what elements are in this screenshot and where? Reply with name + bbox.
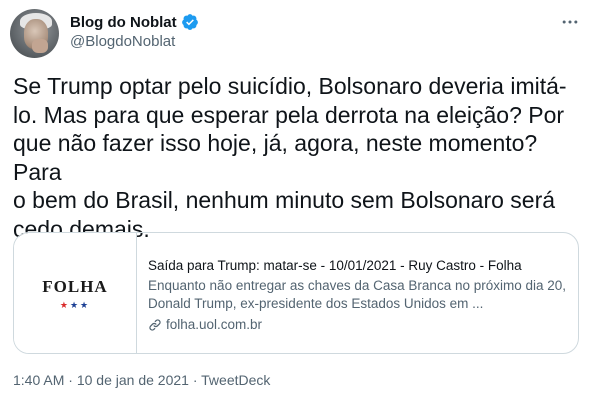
card-description: Enquanto não entregar as chaves da Casa … — [148, 278, 567, 311]
meta-separator-2: · — [188, 372, 202, 388]
verified-badge-icon — [181, 13, 199, 31]
card-thumbnail: FOLHA ★★★ — [14, 233, 137, 353]
tweet-source[interactable]: TweetDeck — [201, 372, 270, 388]
card-title: Saída para Trump: matar-se - 10/01/2021 … — [148, 258, 522, 273]
card-domain-text: folha.uol.com.br — [166, 317, 263, 332]
folha-logo: FOLHA — [42, 276, 108, 296]
card-body: Saída para Trump: matar-se - 10/01/2021 … — [148, 257, 568, 334]
tweet-text: Se Trump optar pelo suicídio, Bolsonaro … — [13, 73, 567, 242]
more-options-icon[interactable] — [558, 10, 582, 34]
name-row: Blog do Noblat — [70, 13, 199, 31]
meta-separator: · — [64, 372, 77, 388]
author-display-name[interactable]: Blog do Noblat — [70, 14, 177, 31]
tweet: Blog do Noblat @BlogdoNoblat Se Trump op… — [0, 0, 592, 395]
avatar[interactable] — [10, 9, 59, 58]
author-handle[interactable]: @BlogdoNoblat — [70, 33, 175, 50]
tweet-meta: 1:40 AM · 10 de jan de 2021 · TweetDeck — [13, 372, 270, 388]
tweet-time[interactable]: 1:40 AM — [13, 372, 64, 388]
link-icon — [148, 318, 162, 332]
avatar-hand — [32, 39, 48, 53]
tweet-date[interactable]: 10 de jan de 2021 — [77, 372, 189, 388]
link-preview-card[interactable]: FOLHA ★★★ Saída para Trump: matar-se - 1… — [13, 232, 579, 354]
logo-stars-icon: ★★★ — [59, 299, 91, 310]
card-domain: folha.uol.com.br — [148, 316, 568, 334]
